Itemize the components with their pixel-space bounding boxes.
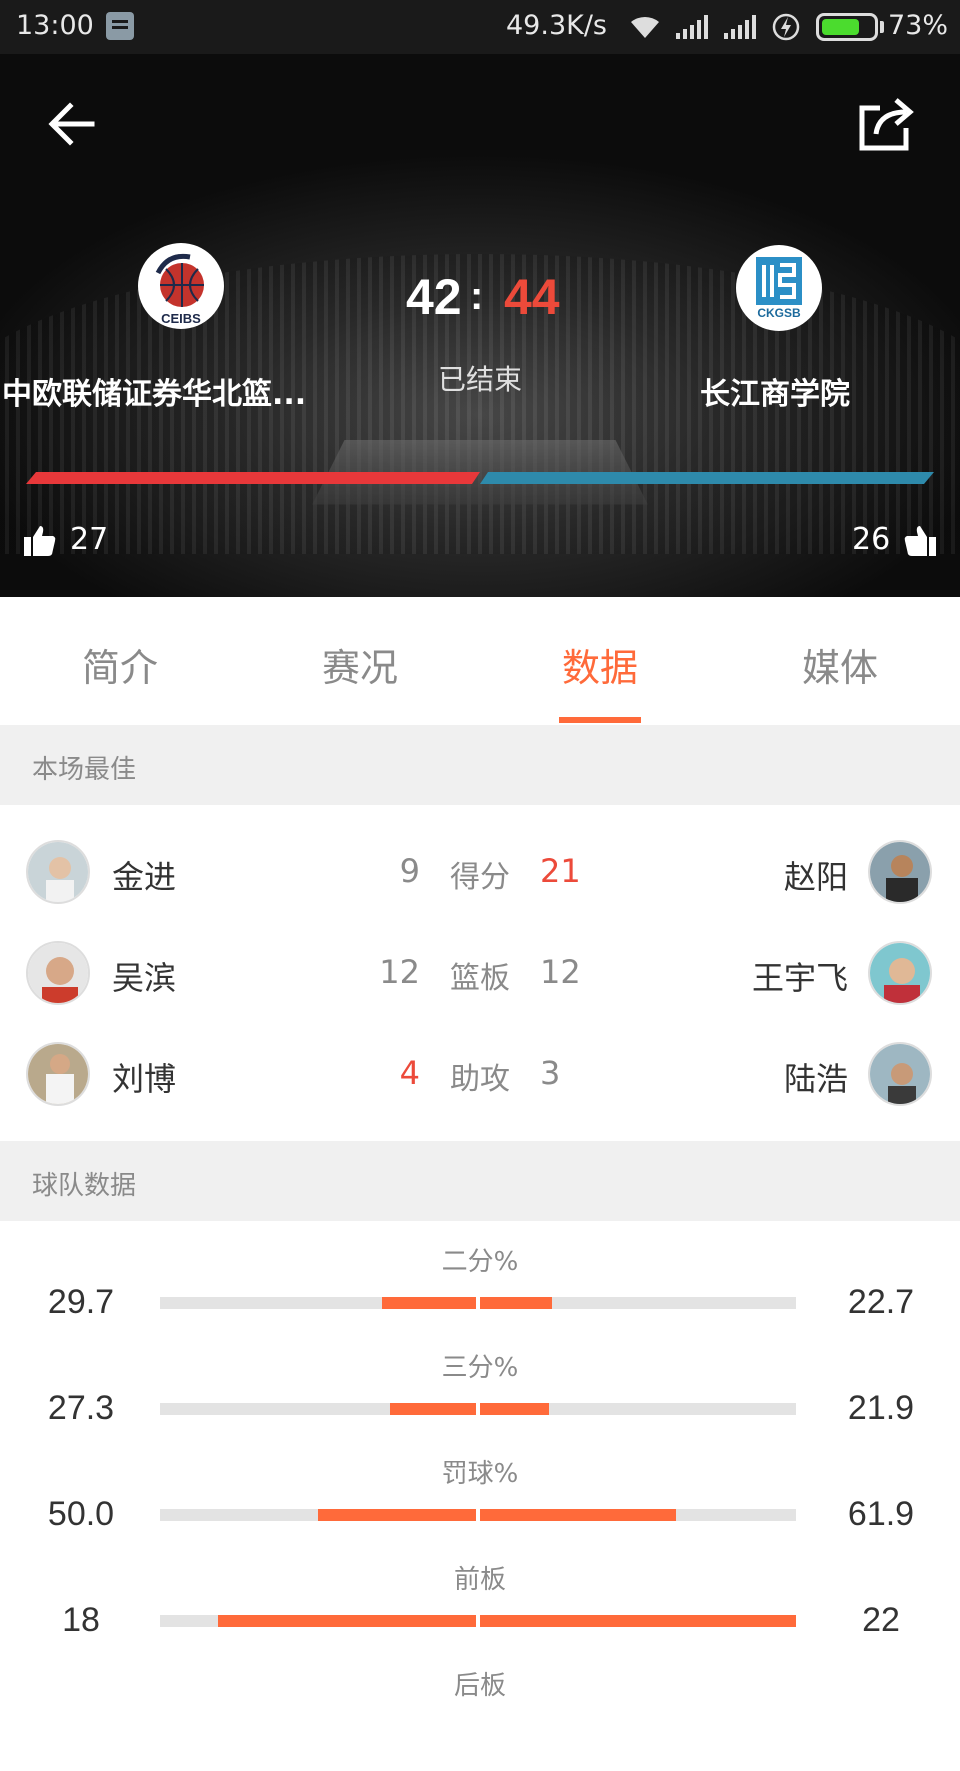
away-like-count: 26 (852, 522, 891, 557)
away-stat-fill (480, 1297, 552, 1309)
home-player-name: 吴滨 (112, 959, 177, 997)
avatar[interactable] (26, 941, 90, 1005)
away-player-name: 赵阳 (783, 858, 848, 896)
stat-row: 前板 18 22 (0, 1559, 960, 1665)
battery-percent: 73% (888, 10, 949, 41)
svg-text:CEIBS: CEIBS (161, 311, 201, 326)
avatar[interactable] (26, 1042, 90, 1106)
stat-row: 二分% 29.7 22.7 (0, 1241, 960, 1347)
battery-icon (816, 13, 878, 41)
home-stat-fill (217, 1615, 476, 1627)
home-stat-fill (389, 1403, 476, 1415)
avatar[interactable] (868, 941, 932, 1005)
stat-label: 罚球% (441, 1459, 519, 1489)
home-stat-bar (160, 1509, 476, 1521)
share-icon[interactable] (856, 94, 916, 154)
away-stat-bar (480, 1297, 796, 1309)
away-player-name: 陆浩 (783, 1060, 848, 1098)
home-player-name: 金进 (112, 858, 177, 896)
home-stat-value: 50.0 (47, 1495, 115, 1533)
stat-label: 得分 (450, 860, 510, 895)
stat-label: 篮板 (450, 961, 510, 996)
away-stat-bar (480, 1403, 796, 1415)
game-status: 已结束 (437, 363, 522, 396)
battery-level (822, 19, 859, 35)
svg-text:CKGSB: CKGSB (757, 306, 801, 320)
signal-icon-2 (724, 15, 756, 39)
home-like[interactable]: 27 (24, 522, 108, 557)
away-player-value: 12 (540, 953, 581, 991)
avatar[interactable] (868, 1042, 932, 1106)
stat-row: 三分% 27.3 21.9 (0, 1347, 960, 1453)
stat-label: 二分% (441, 1247, 519, 1277)
home-player-value: 4 (399, 1054, 420, 1092)
tab-media[interactable]: 媒体 (720, 597, 960, 725)
tab-live[interactable]: 赛况 (240, 597, 480, 725)
home-player-value: 12 (379, 953, 420, 991)
home-player-value: 9 (399, 852, 420, 890)
stat-label: 后板 (453, 1671, 506, 1701)
away-player-value: 3 (540, 1054, 561, 1092)
home-stat-value: 27.3 (47, 1389, 115, 1427)
thumbs-up-icon (904, 525, 937, 556)
home-stat-value: 29.7 (47, 1283, 115, 1321)
avatar[interactable] (868, 840, 932, 904)
tab-intro[interactable]: 简介 (0, 597, 240, 725)
best-row-assists[interactable]: 刘博 4 助攻 3 陆浩 (0, 1024, 960, 1124)
stat-row: 罚球% 50.0 61.9 (0, 1453, 960, 1559)
match-header: CEIBS CKGSB 42 : 44 已结束 中欧联储证券华北篮... 长江商… (0, 54, 960, 597)
home-stat-fill (382, 1297, 476, 1309)
signal-icon (676, 15, 708, 39)
away-stat-bar (480, 1509, 796, 1521)
thumbs-up-icon (24, 525, 56, 556)
away-player-name: 王宇飞 (751, 959, 848, 997)
team-stats-header: 球队数据 (0, 1141, 960, 1221)
away-score: 44 (504, 269, 560, 325)
away-team-logo[interactable]: CKGSB (736, 245, 822, 331)
home-stat-fill (318, 1509, 476, 1521)
best-row-points[interactable]: 金进 9 得分 21 赵阳 (0, 822, 960, 922)
stat-row: 后板 (0, 1665, 960, 1771)
back-arrow-icon[interactable] (44, 96, 100, 152)
status-time: 13:00 (16, 10, 94, 41)
away-stat-fill (480, 1403, 550, 1415)
stat-label: 前板 (453, 1565, 506, 1595)
home-like-count: 27 (70, 522, 109, 557)
best-row-rebounds[interactable]: 吴滨 12 篮板 12 王宇飞 (0, 923, 960, 1023)
status-bar: 13:00 49.3K/s 73% (0, 0, 960, 54)
network-speed: 49.3K/s (506, 10, 607, 41)
support-ratio-bar (26, 472, 934, 484)
home-score: 42 (406, 269, 462, 325)
away-stat-fill (480, 1615, 796, 1627)
charging-icon (772, 13, 800, 41)
stat-label: 三分% (441, 1353, 519, 1383)
home-stat-value: 18 (62, 1601, 100, 1639)
away-stat-value: 22.7 (847, 1283, 915, 1321)
home-team-name[interactable]: 中欧联储证券华北篮... (2, 369, 342, 413)
away-stat-value: 61.9 (847, 1495, 915, 1533)
home-team-logo[interactable]: CEIBS (138, 243, 224, 329)
away-stat-value: 22 (862, 1601, 900, 1639)
best-players-header: 本场最佳 (0, 725, 960, 805)
tab-data[interactable]: 数据 (480, 597, 720, 725)
home-stat-bar (160, 1403, 476, 1415)
stat-label: 助攻 (450, 1062, 510, 1097)
away-team-name[interactable]: 长江商学院 (700, 369, 940, 413)
score-separator: : (470, 274, 484, 318)
away-stat-fill (480, 1509, 676, 1521)
notification-icon (106, 12, 134, 40)
home-stat-bar (160, 1297, 476, 1309)
away-stat-value: 21.9 (847, 1389, 915, 1427)
away-stat-bar (480, 1615, 796, 1627)
home-stat-bar (160, 1615, 476, 1627)
tab-bar: 简介 赛况 数据 媒体 (0, 597, 960, 725)
away-like[interactable]: 26 (852, 522, 937, 557)
avatar[interactable] (26, 840, 90, 904)
wifi-icon (631, 16, 659, 38)
home-player-name: 刘博 (112, 1060, 177, 1098)
away-player-value: 21 (540, 852, 581, 890)
